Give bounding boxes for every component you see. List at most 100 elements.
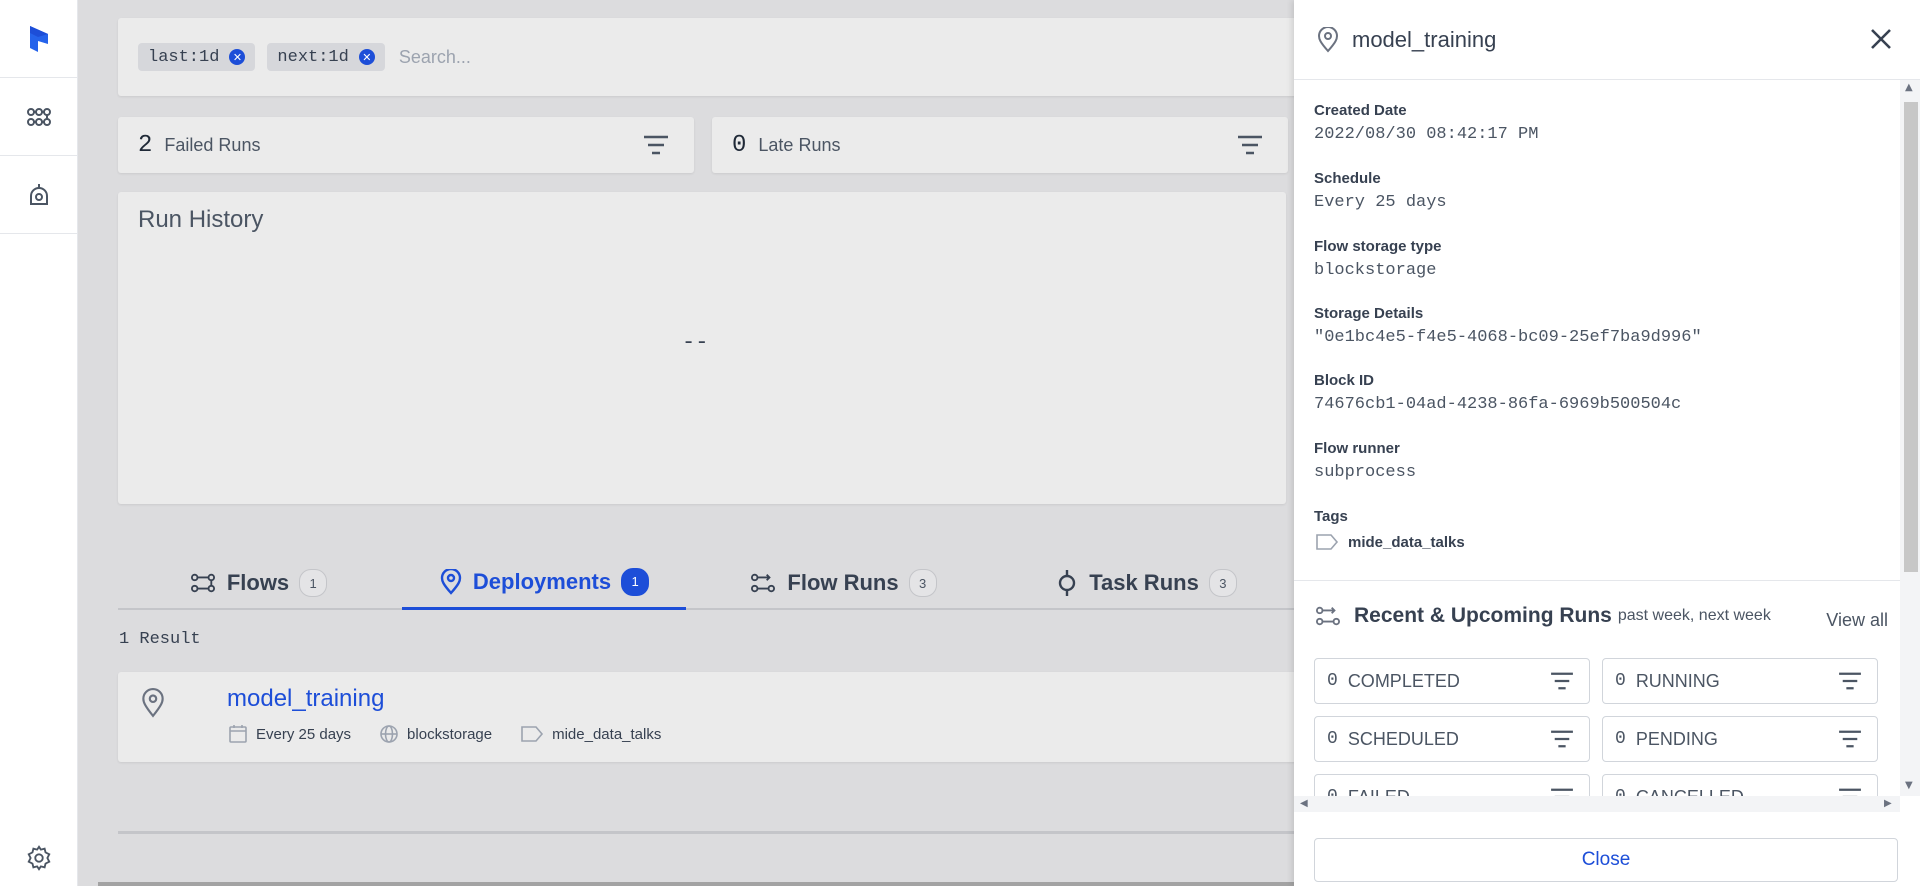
run-state-running[interactable]: 0 RUNNING bbox=[1602, 658, 1878, 704]
storage-details-field: Storage Details "0e1bc4e5-f4e5-4068-bc09… bbox=[1314, 305, 1702, 347]
tab-flows[interactable]: Flows 1 bbox=[118, 556, 398, 610]
tab-count: 1 bbox=[299, 569, 328, 597]
scroll-up-icon[interactable]: ▲ bbox=[1905, 82, 1913, 93]
sidebar-item-settings[interactable] bbox=[0, 844, 78, 872]
run-history-empty: -- bbox=[682, 330, 709, 355]
tab-count: 3 bbox=[908, 569, 937, 597]
location-pin-icon bbox=[440, 568, 462, 595]
flow-runner-field: Flow runner subprocess bbox=[1314, 440, 1416, 482]
run-state-count: 0 bbox=[1615, 671, 1626, 691]
storage-details-value: "0e1bc4e5-f4e5-4068-bc09-25ef7ba9d996" bbox=[1314, 328, 1702, 347]
sidebar-item-flows[interactable] bbox=[0, 78, 77, 156]
flow-runner-label: Flow runner bbox=[1314, 440, 1400, 457]
deployment-name-link[interactable]: model_training bbox=[227, 685, 384, 713]
run-state-count: 0 bbox=[1327, 787, 1338, 796]
tab-label: Flows bbox=[226, 570, 290, 595]
tag-icon bbox=[1316, 534, 1339, 550]
tags-label: Tags bbox=[1314, 508, 1348, 525]
filter-icon[interactable] bbox=[1549, 729, 1575, 749]
filter-chip[interactable]: next:1d ✕ bbox=[267, 43, 385, 71]
filter-search-bar[interactable]: last:1d ✕ next:1d ✕ Search... bbox=[118, 18, 1418, 96]
run-state-count: 0 bbox=[1327, 729, 1338, 749]
filter-icon[interactable] bbox=[1837, 787, 1863, 796]
tab-count: 3 bbox=[1208, 569, 1237, 597]
sidebar-item-deployments[interactable] bbox=[0, 156, 77, 234]
late-runs-card[interactable]: 0 Late Runs bbox=[712, 117, 1288, 173]
sidebar bbox=[0, 0, 78, 886]
flow-runs-icon bbox=[751, 573, 776, 593]
filter-icon[interactable] bbox=[1549, 787, 1575, 796]
run-state-pending[interactable]: 0 PENDING bbox=[1602, 716, 1878, 762]
recent-runs-subtitle: past week, next week bbox=[1617, 607, 1771, 624]
remove-chip-icon[interactable]: ✕ bbox=[358, 49, 375, 65]
created-date-value: 2022/08/30 08:42:17 PM bbox=[1314, 125, 1539, 144]
deployment-drawer: model_training Created Date 2022/08/30 0… bbox=[1294, 0, 1920, 886]
created-date-label: Created Date bbox=[1314, 102, 1407, 119]
tab-bar: Flows 1 Deployments 1 Flow Runs 3 Task R… bbox=[118, 556, 1418, 610]
vertical-scrollbar[interactable]: ▲ ▼ bbox=[1900, 80, 1920, 796]
location-pin-icon bbox=[1317, 26, 1339, 53]
filter-chip-label: next:1d bbox=[277, 47, 349, 67]
run-state-label: FAILED bbox=[1348, 787, 1410, 797]
prefect-logo-icon bbox=[29, 25, 48, 52]
tags-field: Tags mide_data_talks bbox=[1314, 508, 1465, 551]
gear-icon bbox=[27, 845, 51, 871]
close-icon[interactable] bbox=[1868, 26, 1894, 52]
drawer-body[interactable]: Created Date 2022/08/30 08:42:17 PM Sche… bbox=[1294, 80, 1900, 796]
schedule-label: Schedule bbox=[1314, 170, 1381, 187]
run-state-scheduled[interactable]: 0 SCHEDULED bbox=[1314, 716, 1590, 762]
scroll-left-icon[interactable]: ◀ bbox=[1300, 798, 1308, 809]
deployments-icon bbox=[29, 183, 48, 205]
task-runs-icon bbox=[1058, 570, 1076, 596]
globe-icon bbox=[380, 725, 398, 743]
close-button[interactable]: Close bbox=[1314, 838, 1898, 882]
deployment-meta: Every 25 days blockstorage mide_data_tal… bbox=[228, 724, 661, 744]
prefect-logo[interactable] bbox=[0, 0, 77, 78]
remove-chip-icon[interactable]: ✕ bbox=[229, 49, 246, 65]
tab-count: 1 bbox=[621, 567, 650, 596]
storage-type-label: Flow storage type bbox=[1314, 238, 1442, 255]
filter-icon[interactable] bbox=[1837, 729, 1863, 749]
run-history-title: Run History bbox=[138, 206, 264, 233]
filter-icon[interactable] bbox=[1549, 671, 1575, 691]
schedule-field: Schedule Every 25 days bbox=[1314, 170, 1447, 212]
search-input[interactable]: Search... bbox=[399, 47, 471, 68]
scroll-right-icon[interactable]: ▶ bbox=[1884, 798, 1892, 809]
horizontal-scrollbar[interactable]: ◀ ▶ bbox=[1294, 796, 1900, 812]
created-date-field: Created Date 2022/08/30 08:42:17 PM bbox=[1314, 102, 1538, 144]
bottom-scrollbar[interactable] bbox=[98, 882, 1398, 886]
filter-icon[interactable] bbox=[642, 134, 670, 156]
block-id-value: 74676cb1-04ad-4238-86fa-6969b500504c bbox=[1314, 395, 1682, 414]
late-runs-count: 0 bbox=[732, 131, 747, 159]
view-all-link[interactable]: View all bbox=[1826, 610, 1888, 631]
run-state-completed[interactable]: 0 COMPLETED bbox=[1314, 658, 1590, 704]
tab-label: Deployments bbox=[472, 568, 612, 594]
tab-deployments[interactable]: Deployments 1 bbox=[402, 556, 686, 610]
run-state-cancelled[interactable]: 0 CANCELLED bbox=[1602, 774, 1878, 796]
tab-label: Flow Runs bbox=[787, 570, 899, 595]
run-state-label: RUNNING bbox=[1635, 670, 1720, 691]
result-count: 1 Result bbox=[119, 630, 201, 649]
filter-chip[interactable]: last:1d ✕ bbox=[138, 43, 256, 71]
tag-label: mide_data_talks bbox=[1348, 533, 1465, 551]
divider bbox=[118, 831, 1418, 834]
deployment-storage: blockstorage bbox=[407, 725, 493, 743]
failed-runs-label: Failed Runs bbox=[164, 134, 261, 155]
storage-type-value: blockstorage bbox=[1314, 261, 1437, 280]
tab-task-runs[interactable]: Task Runs 3 bbox=[996, 556, 1296, 610]
run-state-count: 0 bbox=[1615, 787, 1626, 796]
storage-type-field: Flow storage type blockstorage bbox=[1314, 238, 1442, 280]
filter-icon[interactable] bbox=[1236, 134, 1264, 156]
run-state-label: SCHEDULED bbox=[1347, 728, 1459, 749]
deployment-tag: mide_data_talks bbox=[552, 725, 662, 743]
deployment-row[interactable]: model_training Every 25 days blockstorag… bbox=[118, 672, 1418, 762]
run-state-label: CANCELLED bbox=[1636, 787, 1744, 797]
run-state-failed[interactable]: 0 FAILED bbox=[1314, 774, 1590, 796]
failed-runs-card[interactable]: 2 Failed Runs bbox=[118, 117, 694, 173]
scroll-down-icon[interactable]: ▼ bbox=[1905, 780, 1913, 791]
tab-flow-runs[interactable]: Flow Runs 3 bbox=[698, 556, 988, 610]
block-id-field: Block ID 74676cb1-04ad-4238-86fa-6969b50… bbox=[1314, 372, 1681, 414]
scrollbar-thumb[interactable] bbox=[1904, 102, 1918, 572]
run-state-label: COMPLETED bbox=[1347, 670, 1460, 691]
filter-icon[interactable] bbox=[1837, 671, 1863, 691]
